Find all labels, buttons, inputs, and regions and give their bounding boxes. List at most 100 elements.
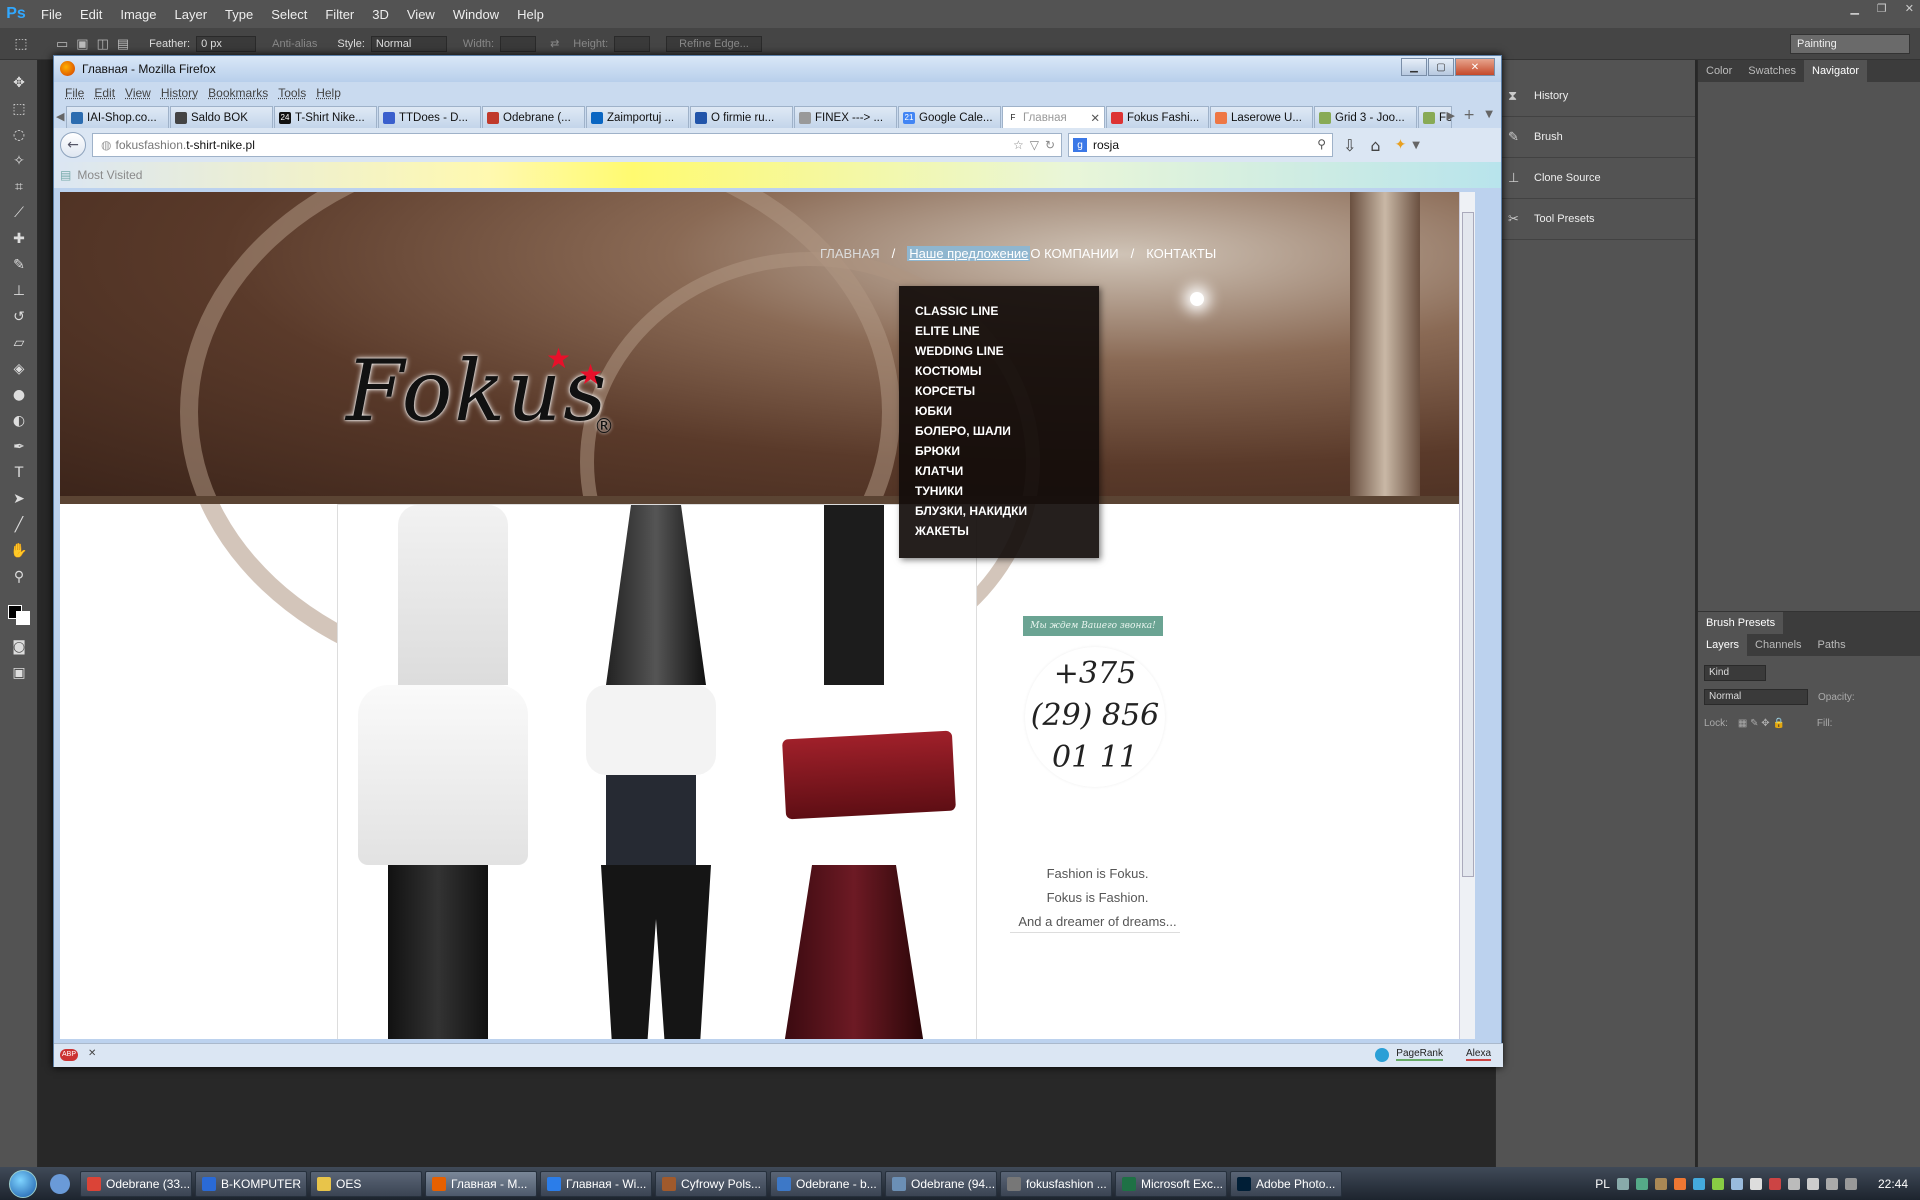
scroll-tabs-left-icon[interactable]: ◀	[56, 110, 64, 123]
height-input[interactable]	[614, 35, 651, 52]
blur-tool-icon[interactable]: ●	[0, 382, 38, 408]
close-button[interactable]: ✕	[1455, 58, 1495, 76]
panel-history[interactable]: ⧗ History	[1496, 76, 1695, 117]
tab-brush-presets[interactable]: Brush Presets	[1698, 612, 1784, 634]
brush-tool-icon[interactable]: ✎	[0, 252, 38, 278]
healing-brush-icon[interactable]: ✚	[0, 226, 38, 252]
layer-kind-filter[interactable]: Kind	[1704, 665, 1766, 681]
menu-window[interactable]: Window	[444, 7, 508, 22]
magic-wand-icon[interactable]: ✧	[0, 148, 38, 174]
clock[interactable]: 22:44	[1878, 1177, 1908, 1191]
tray-app-icon[interactable]	[1711, 1177, 1724, 1190]
quick-mask-icon[interactable]: ◙	[0, 634, 38, 660]
browser-tab[interactable]: Zaimportuj ...	[586, 106, 689, 128]
bookmark-star-icon[interactable]: ☆	[1013, 138, 1024, 152]
scrollbar-thumb[interactable]	[1462, 212, 1474, 877]
lasso-tool-icon[interactable]: ◌	[0, 122, 38, 148]
nav-offer-link[interactable]: Наше предложение	[907, 246, 1031, 261]
tray-app-icon[interactable]	[1673, 1177, 1686, 1190]
new-tab-icon[interactable]: +	[1463, 107, 1475, 123]
eyedropper-icon[interactable]: ⟋	[0, 200, 38, 226]
close-addon-bar-icon[interactable]: ✕	[88, 1048, 96, 1059]
clone-stamp-icon[interactable]: ⊥	[0, 278, 38, 304]
browser-tab[interactable]: Fokus Fashi...	[1106, 106, 1209, 128]
taskbar-button[interactable]: Odebrane (94...	[885, 1170, 997, 1197]
seo-toolbar-icon[interactable]	[1375, 1048, 1389, 1062]
menu-file[interactable]: File	[32, 7, 71, 22]
browser-tab[interactable]: 21 Google Cale...	[898, 106, 1001, 128]
search-icon[interactable]: ⚲	[1317, 137, 1326, 151]
tab-navigator[interactable]: Navigator	[1804, 60, 1868, 82]
ff-menu-help[interactable]: Help	[311, 86, 346, 100]
language-indicator[interactable]: PL	[1595, 1177, 1610, 1191]
home-icon[interactable]: ⌂	[1370, 136, 1380, 155]
menu-type[interactable]: Type	[216, 7, 262, 22]
menu-layer[interactable]: Layer	[166, 7, 217, 22]
browser-tab[interactable]: O firmie ru...	[690, 106, 793, 128]
browser-tab[interactable]: FINEX ---> ...	[794, 106, 897, 128]
panel-clone-source[interactable]: ⊥ Clone Source	[1496, 158, 1695, 199]
browser-tab[interactable]: F Главная ✕	[1002, 106, 1105, 128]
dropdown-item[interactable]: КЛАТЧИ	[915, 462, 1083, 482]
dropdown-item[interactable]: ЖАКЕТЫ	[915, 522, 1083, 542]
site-identity-icon[interactable]: ◍	[101, 138, 111, 152]
panel-tool-presets[interactable]: ✂ Tool Presets	[1496, 199, 1695, 240]
type-tool-icon[interactable]: T	[0, 460, 38, 486]
taskbar-button[interactable]: Odebrane - b...	[770, 1170, 882, 1197]
menu-filter[interactable]: Filter	[316, 7, 363, 22]
tray-app-icon[interactable]	[1692, 1177, 1705, 1190]
taskbar-button[interactable]: Cyfrowy Pols...	[655, 1170, 767, 1197]
screen-mode-icon[interactable]: ▣	[0, 660, 38, 686]
menu-help[interactable]: Help	[508, 7, 553, 22]
product-black-trousers[interactable]	[551, 865, 764, 1039]
pagerank-widget[interactable]: PageRank	[1396, 1048, 1443, 1061]
menu-edit[interactable]: Edit	[71, 7, 111, 22]
menu-image[interactable]: Image	[111, 7, 165, 22]
alexa-widget[interactable]: Alexa	[1465, 1048, 1491, 1061]
product-white-blouse[interactable]	[338, 505, 551, 685]
minimize-button[interactable]: ▁	[1401, 58, 1427, 76]
taskbar-button[interactable]: Главная - M...	[425, 1170, 537, 1197]
tab-swatches[interactable]: Swatches	[1740, 60, 1804, 82]
dropdown-item[interactable]: CLASSIC LINE	[915, 302, 1083, 322]
google-search-icon[interactable]: g	[1073, 138, 1087, 152]
dropdown-item[interactable]: БЛУЗКИ, НАКИДКИ	[915, 502, 1083, 522]
history-brush-icon[interactable]: ↺	[0, 304, 38, 330]
browser-tab[interactable]: Grid 3 - Joo...	[1314, 106, 1417, 128]
style-select[interactable]: Normal	[370, 35, 447, 52]
eraser-icon[interactable]: ▱	[0, 330, 38, 356]
product-red-clutch[interactable]	[764, 685, 977, 865]
taskbar-button[interactable]: Главная - Wi...	[540, 1170, 652, 1197]
reload-icon[interactable]: ↻	[1045, 138, 1055, 152]
path-selection-icon[interactable]: ➤	[0, 486, 38, 512]
nav-contacts-link[interactable]: КОНТАКТЫ	[1146, 246, 1216, 261]
network-icon[interactable]	[1825, 1177, 1838, 1190]
lock-icons[interactable]: ▦ ✎ ✥ 🔒	[1738, 718, 1785, 729]
tab-paths[interactable]: Paths	[1810, 634, 1854, 656]
vertical-scrollbar[interactable]	[1459, 192, 1475, 1039]
dodge-tool-icon[interactable]: ◐	[0, 408, 38, 434]
tray-keyboard-icon[interactable]	[1616, 1177, 1629, 1190]
selection-mode-icons[interactable]: ▭▣◫▤	[56, 36, 137, 52]
tab-color[interactable]: Color	[1698, 60, 1740, 82]
menu-dropdown-icon[interactable]: ▼	[1412, 140, 1420, 151]
browser-tab[interactable]: IAI-Shop.co...	[66, 106, 169, 128]
scroll-tabs-right-icon[interactable]: ▶	[1447, 109, 1455, 122]
zoom-tool-icon[interactable]: ⚲	[0, 564, 38, 590]
volume-icon[interactable]	[1806, 1177, 1819, 1190]
product-white-dress[interactable]	[338, 685, 551, 865]
product-bolero-suit[interactable]	[551, 685, 764, 865]
dropdown-item[interactable]: КОСТЮМЫ	[915, 362, 1083, 382]
tray-app-icon[interactable]	[1730, 1177, 1743, 1190]
quicklaunch-icon[interactable]	[50, 1173, 70, 1194]
power-icon[interactable]	[1844, 1177, 1857, 1190]
taskbar-button[interactable]: fokusfashion ...	[1000, 1170, 1112, 1197]
tray-device-icon[interactable]	[1749, 1177, 1762, 1190]
tray-security-icon[interactable]	[1768, 1177, 1781, 1190]
tab-layers[interactable]: Layers	[1698, 634, 1748, 656]
blend-mode-select[interactable]: Normal	[1704, 689, 1808, 705]
dropdown-item[interactable]: ELITE LINE	[915, 322, 1083, 342]
paint-bucket-icon[interactable]: ◈	[0, 356, 38, 382]
adblock-icon[interactable]: ABP	[60, 1049, 78, 1061]
line-tool-icon[interactable]: ╱	[0, 512, 38, 538]
